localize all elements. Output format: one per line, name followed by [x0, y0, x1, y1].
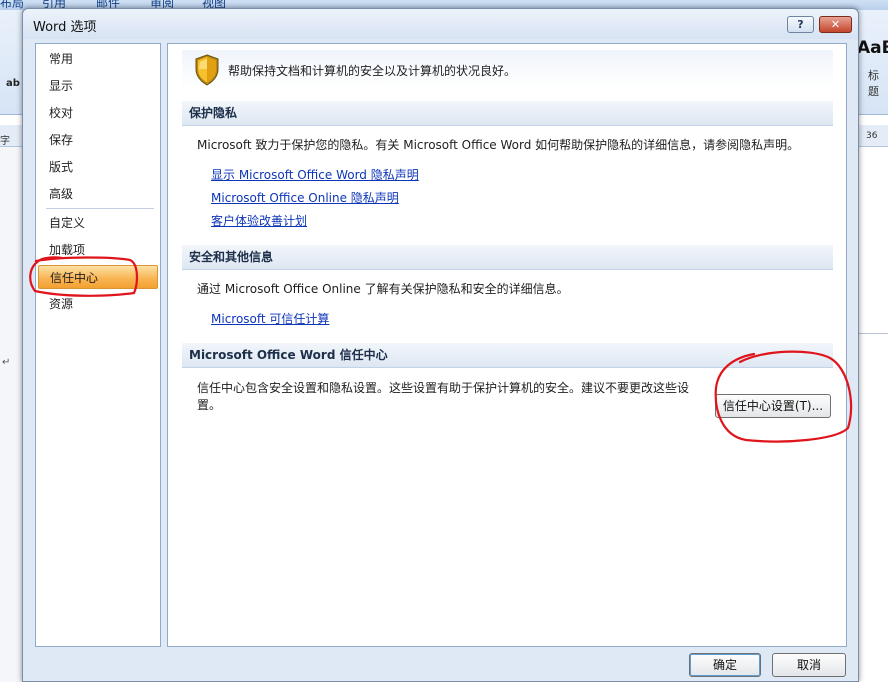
trust-center-description-line2: 置。	[197, 398, 222, 412]
close-button[interactable]: ✕	[819, 16, 852, 33]
trust-center-settings-button[interactable]: 信任中心设置(T)...	[715, 394, 831, 418]
section-header-privacy: 保护隐私	[182, 101, 833, 126]
online-privacy-link[interactable]: Microsoft Office Online 隐私声明	[211, 189, 399, 206]
nav-item-display[interactable]: 显示	[36, 74, 160, 98]
nav-item-customize[interactable]: 自定义	[36, 211, 160, 235]
dialog-title: Word 选项	[33, 20, 97, 35]
nav-separator	[46, 208, 154, 209]
word-options-dialog: Word 选项 ? ✕ 常用 显示 校对 保存 版式 高级 自定义 加载项 信任…	[22, 8, 859, 682]
background-paragraph-mark: ↵	[2, 357, 11, 368]
security-description: 通过 Microsoft Office Online 了解有关保护隐私和安全的详…	[197, 282, 569, 296]
header-description: 帮助保持文档和计算机的安全以及计算机的状况良好。	[228, 64, 517, 78]
help-button[interactable]: ?	[787, 16, 814, 33]
trustworthy-computing-link[interactable]: Microsoft 可信任计算	[211, 310, 329, 327]
section-header-trust-center: Microsoft Office Word 信任中心	[182, 343, 833, 368]
privacy-statement-link[interactable]: 显示 Microsoft Office Word 隐私声明	[211, 166, 419, 183]
nav-item-proofing[interactable]: 校对	[36, 101, 160, 125]
ok-button[interactable]: 确定	[689, 653, 761, 677]
privacy-description: Microsoft 致力于保护您的隐私。有关 Microsoft Office …	[197, 138, 800, 152]
nav-item-layout[interactable]: 版式	[36, 155, 160, 179]
background-document-margin	[0, 147, 24, 682]
shield-icon	[195, 54, 219, 86]
nav-item-resources[interactable]: 资源	[36, 292, 160, 316]
trust-center-content-panel: 帮助保持文档和计算机的安全以及计算机的状况良好。 保护隐私 Microsoft …	[167, 43, 847, 647]
nav-item-save[interactable]: 保存	[36, 128, 160, 152]
cancel-button[interactable]: 取消	[772, 653, 846, 677]
background-document-page	[858, 147, 888, 682]
dialog-titlebar[interactable]: Word 选项 ? ✕	[23, 9, 858, 39]
background-style-preview: AaB	[857, 38, 888, 58]
nav-item-advanced[interactable]: 高级	[36, 182, 160, 206]
nav-item-addins[interactable]: 加载项	[36, 238, 160, 262]
nav-item-trust-center[interactable]: 信任中心	[38, 265, 158, 289]
header-banner: 帮助保持文档和计算机的安全以及计算机的状况良好。	[182, 50, 833, 90]
options-nav-panel: 常用 显示 校对 保存 版式 高级 自定义 加载项 信任中心 资源	[35, 43, 161, 647]
background-ruler-label: 字	[0, 136, 10, 147]
background-ruler-number: 36	[866, 131, 878, 141]
trust-center-description-line1: 信任中心包含安全设置和隐私设置。这些设置有助于保护计算机的安全。建议不要更改这些…	[197, 381, 690, 395]
section-header-security: 安全和其他信息	[182, 245, 833, 270]
background-divider	[858, 333, 888, 334]
nav-item-common[interactable]: 常用	[36, 47, 160, 71]
background-style-name: 标题	[868, 69, 879, 98]
customer-experience-link[interactable]: 客户体验改善计划	[211, 212, 307, 229]
background-format-label: ab	[6, 78, 20, 89]
